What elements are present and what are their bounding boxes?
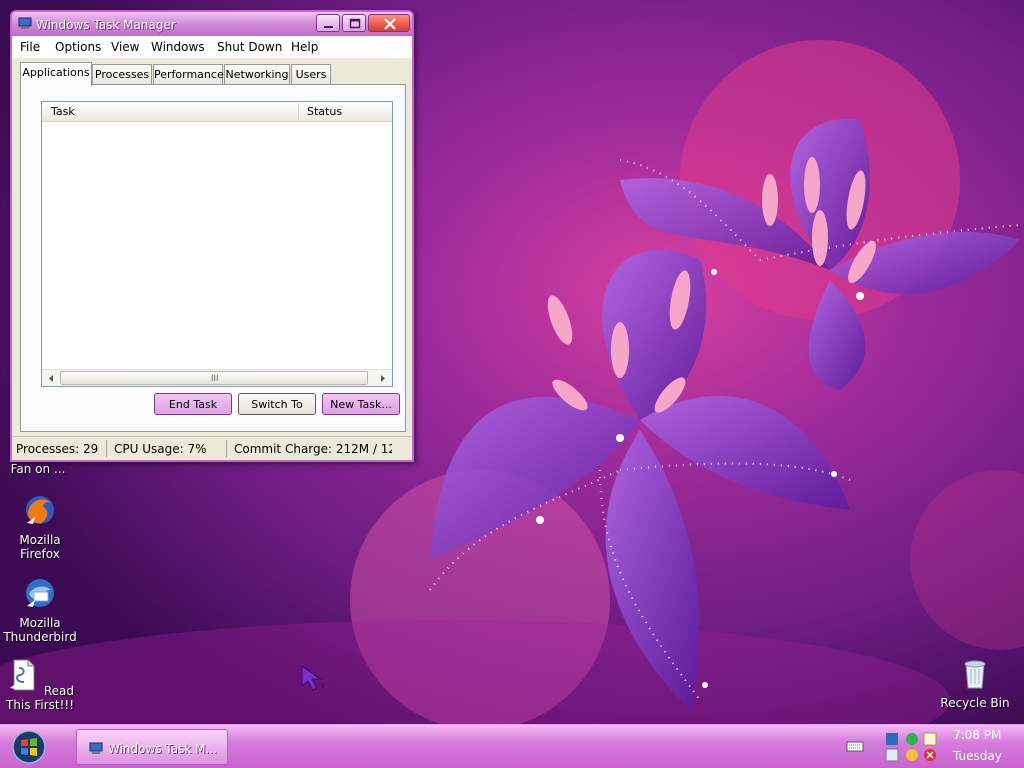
minimize-icon xyxy=(324,26,333,28)
menu-options[interactable]: Options xyxy=(55,40,101,54)
new-task-button[interactable]: New Task... xyxy=(322,393,400,415)
maximize-icon xyxy=(349,18,361,29)
close-icon xyxy=(384,18,396,30)
scrollbar-grip: III xyxy=(211,373,219,383)
status-cpu-usage: CPU Usage: 7% xyxy=(114,442,207,456)
task-manager-icon xyxy=(18,17,32,29)
desktop-icon-label: Mozilla Firefox xyxy=(19,533,61,561)
column-header-task[interactable]: Task xyxy=(51,105,75,118)
list-header: Task Status xyxy=(42,102,392,122)
start-button-windows-logo-icon[interactable] xyxy=(10,729,48,765)
text-document-icon xyxy=(10,659,35,691)
end-task-button[interactable]: End Task xyxy=(154,393,232,415)
clock-day[interactable]: Tuesday xyxy=(953,749,1002,763)
desktop-icon-recycle-bin[interactable]: Recycle Bin xyxy=(937,656,1013,710)
desktop-icon-readme[interactable]: Read This First!!! xyxy=(2,658,78,712)
taskbar-app-label: Windows Task M... xyxy=(108,742,217,756)
close-button[interactable] xyxy=(368,14,410,32)
clock-time[interactable]: 7:08 PM xyxy=(953,728,1001,742)
minimize-button[interactable] xyxy=(316,14,340,32)
taskbar: Windows Task M... 7:08 PM Tuesday xyxy=(0,724,1024,768)
menu-bar: File Options View Windows Shut Down Help xyxy=(12,36,412,58)
column-header-status[interactable]: Status xyxy=(307,105,342,118)
status-bar: Processes: 29 CPU Usage: 7% Commit Charg… xyxy=(12,436,412,460)
keyboard-icon[interactable] xyxy=(846,739,864,753)
desktop-icon-label: Fan on ... xyxy=(10,462,66,476)
firefox-icon xyxy=(26,496,54,524)
maximize-button[interactable] xyxy=(342,14,366,32)
taskbar-app-task-manager[interactable]: Windows Task M... xyxy=(76,729,228,765)
scroll-right-icon[interactable] xyxy=(376,372,390,385)
status-commit-charge: Commit Charge: 212M / 1249M xyxy=(234,442,392,456)
mouse-cursor-icon: ? xyxy=(301,665,325,692)
menu-windows[interactable]: Windows xyxy=(151,40,205,54)
desktop-icon-label: Mozilla Thunderbird xyxy=(3,616,77,644)
status-divider xyxy=(106,440,107,457)
task-manager-window[interactable]: Windows Task Manager File Options View W… xyxy=(10,10,414,462)
title-bar[interactable]: Windows Task Manager xyxy=(12,12,412,36)
desktop-icon-label: Recycle Bin xyxy=(940,696,1010,710)
window-body: Applications Processes Performance Netwo… xyxy=(16,62,408,438)
menu-file[interactable]: File xyxy=(20,40,40,54)
thunderbird-icon xyxy=(26,579,54,607)
task-manager-icon xyxy=(89,742,103,754)
column-divider[interactable] xyxy=(298,103,299,120)
horizontal-scrollbar[interactable]: III xyxy=(42,369,392,386)
desktop-icon-firefox[interactable]: Mozilla Firefox xyxy=(2,493,78,561)
window-title: Windows Task Manager xyxy=(36,18,176,32)
menu-shut-down[interactable]: Shut Down xyxy=(217,40,282,54)
svg-text:?: ? xyxy=(320,683,325,692)
system-tray-icons[interactable] xyxy=(884,729,940,765)
applications-panel: Task Status III End Task Switch To New T… xyxy=(20,84,406,432)
switch-to-button[interactable]: Switch To xyxy=(238,393,316,415)
status-processes: Processes: 29 xyxy=(16,442,99,456)
scrollbar-thumb[interactable]: III xyxy=(60,371,368,385)
task-list[interactable]: Task Status III xyxy=(41,101,393,387)
tab-networking[interactable]: Networking xyxy=(224,64,290,84)
tab-processes[interactable]: Processes xyxy=(92,64,152,84)
tab-performance[interactable]: Performance xyxy=(153,64,224,84)
menu-view[interactable]: View xyxy=(111,40,139,54)
status-divider xyxy=(226,440,227,457)
tab-applications[interactable]: Applications xyxy=(20,62,92,86)
menu-help[interactable]: Help xyxy=(291,40,318,54)
recycle-bin-icon xyxy=(964,660,986,689)
scroll-left-icon[interactable] xyxy=(44,372,58,385)
desktop-icon-fan[interactable]: Fan on ... xyxy=(0,462,76,476)
desktop-icon-thunderbird[interactable]: Mozilla Thunderbird xyxy=(2,576,78,644)
tab-users[interactable]: Users xyxy=(291,64,331,84)
